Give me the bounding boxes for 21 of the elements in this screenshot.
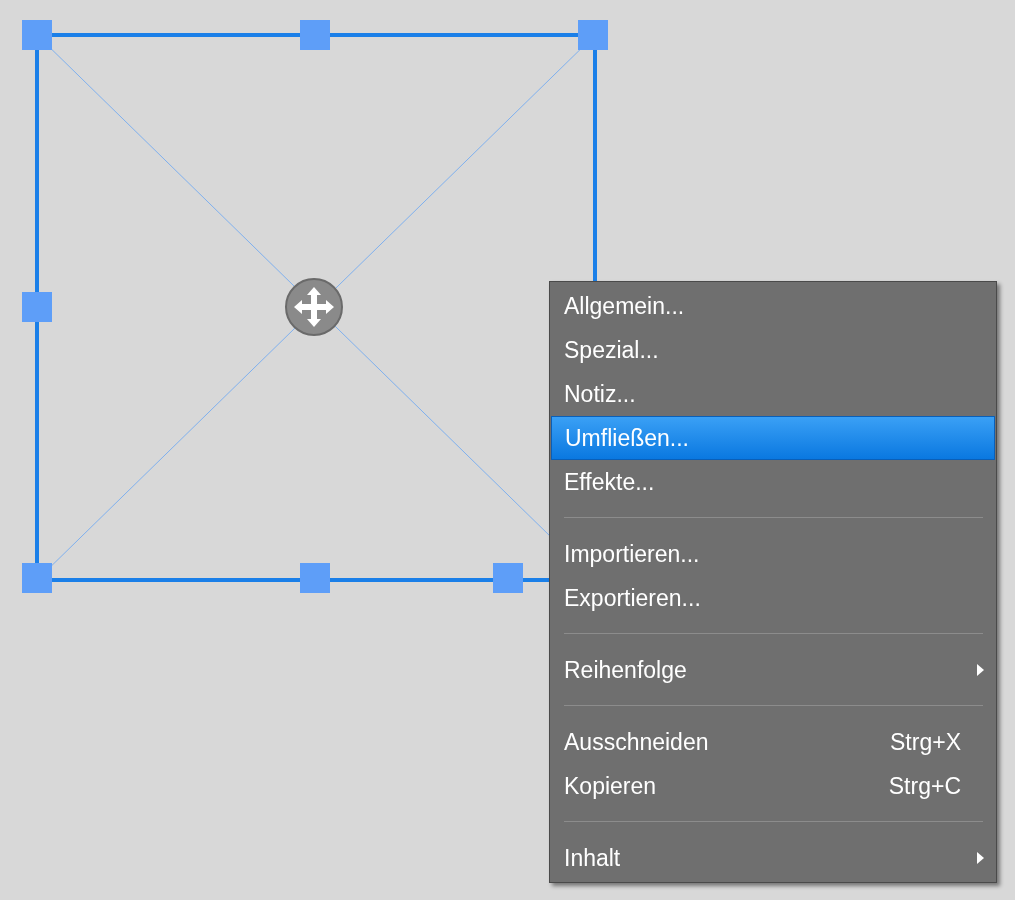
menu-item[interactable]: Reihenfolge	[551, 648, 995, 692]
resize-handle[interactable]	[578, 20, 608, 50]
menu-item[interactable]: Umfließen...	[551, 416, 995, 460]
resize-handle[interactable]	[300, 20, 330, 50]
menu-item[interactable]: Allgemein...	[551, 284, 995, 328]
move-icon[interactable]	[285, 278, 343, 336]
resize-handle[interactable]	[493, 563, 523, 593]
menu-item[interactable]: Exportieren...	[551, 576, 995, 620]
menu-item[interactable]: Notiz...	[551, 372, 995, 416]
menu-item[interactable]: Kopieren Strg+C	[551, 764, 995, 808]
resize-handle[interactable]	[22, 292, 52, 322]
submenu-arrow-icon	[976, 664, 984, 676]
menu-item[interactable]: Inhalt	[551, 836, 995, 880]
submenu-arrow-icon	[976, 852, 984, 864]
menu-item[interactable]: Importieren...	[551, 532, 995, 576]
resize-handle[interactable]	[300, 563, 330, 593]
resize-handle[interactable]	[22, 563, 52, 593]
menu-item[interactable]: Ausschneiden Strg+X	[551, 720, 995, 764]
menu-item[interactable]: Effekte...	[551, 460, 995, 504]
resize-handle[interactable]	[22, 20, 52, 50]
menu-item[interactable]: Spezial...	[551, 328, 995, 372]
